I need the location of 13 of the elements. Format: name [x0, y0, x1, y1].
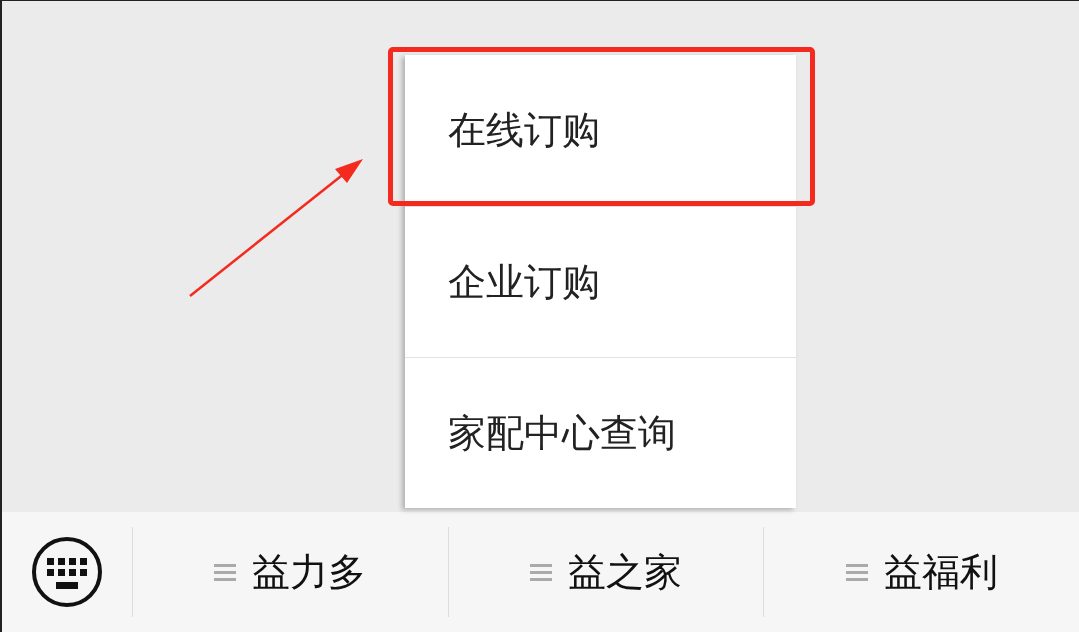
menu-item[interactable]: 在线订购	[405, 55, 796, 206]
bottom-menu-button[interactable]: 益力多	[131, 527, 448, 617]
menu-lines-icon	[845, 561, 868, 583]
keyboard-icon[interactable]	[30, 536, 103, 608]
bottom-menu-label: 益福利	[883, 548, 998, 596]
menu-item[interactable]: 企业订购	[405, 206, 796, 357]
menu-item[interactable]: 家配中心查询	[405, 357, 796, 508]
bottom-menu-button[interactable]: 益之家	[447, 527, 764, 617]
bottom-menu-button[interactable]: 益福利	[763, 527, 1079, 617]
bottom-menu-label: 益力多	[252, 548, 367, 596]
menu-lines-icon	[529, 561, 552, 583]
bottom-menu-label: 益之家	[567, 548, 682, 596]
menu-lines-icon	[214, 561, 237, 583]
